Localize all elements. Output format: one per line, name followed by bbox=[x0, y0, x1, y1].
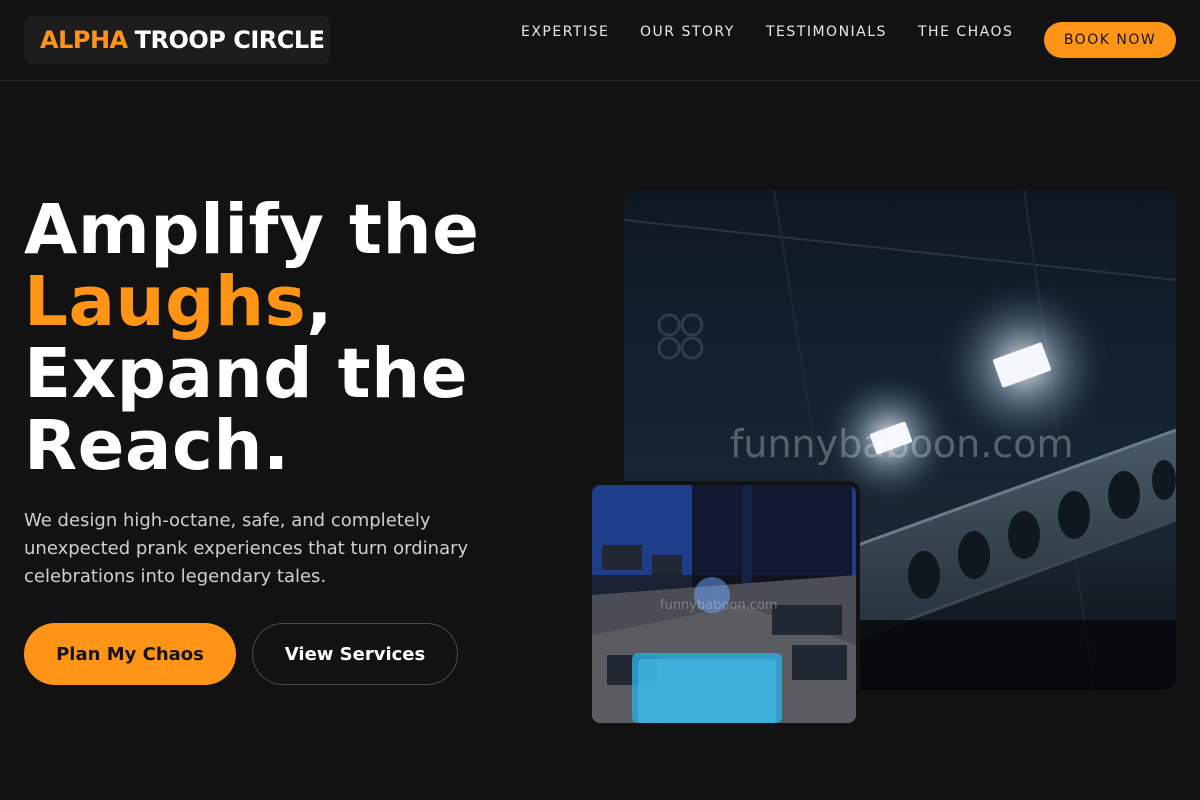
image-watermark: funnybaboon.com bbox=[660, 598, 778, 613]
hero-title-line-4: Reach. bbox=[24, 406, 290, 486]
nav-link-the-chaos[interactable]: THE CHAOS bbox=[918, 23, 1013, 41]
hero-subtitle-line: We design high-octane, safe, and complet… bbox=[24, 510, 431, 531]
book-now-button[interactable]: BOOK NOW bbox=[1044, 22, 1176, 58]
hero-subtitle-line: celebrations into legendary tales. bbox=[24, 566, 327, 587]
hero-venue-image: funnybaboon.com bbox=[588, 481, 860, 727]
hero-title: Amplify the Laughs, Expand the Reach. bbox=[24, 194, 584, 482]
nav-link-our-story[interactable]: OUR STORY bbox=[640, 23, 735, 41]
image-watermark: funnybaboon.com bbox=[730, 422, 1074, 466]
hero-title-line-1: Amplify the bbox=[24, 190, 480, 270]
hero-subtitle-line: unexpected prank experiences that turn o… bbox=[24, 538, 469, 559]
nav-link-expertise[interactable]: EXPERTISE bbox=[521, 23, 609, 41]
hero-title-highlight: Laughs bbox=[24, 262, 307, 342]
plan-my-chaos-button[interactable]: Plan My Chaos bbox=[24, 623, 236, 685]
hero-title-line-2: Laughs, bbox=[24, 266, 584, 338]
hero-title-line-3: Expand the bbox=[24, 334, 469, 414]
nav-link-testimonials[interactable]: TESTIMONIALS bbox=[766, 23, 887, 41]
brand-logo[interactable]: ALPHA TROOP CIRCLE bbox=[24, 16, 330, 64]
view-services-button[interactable]: View Services bbox=[252, 623, 458, 685]
hero-subtitle: We design high-octane, safe, and complet… bbox=[24, 507, 494, 591]
brand-accent-word: ALPHA bbox=[40, 26, 128, 54]
hero-title-comma: , bbox=[306, 262, 333, 342]
site-header: ALPHA TROOP CIRCLE EXPERTISE OUR STORY T… bbox=[0, 0, 1200, 81]
brand-name: TROOP CIRCLE bbox=[134, 26, 325, 54]
